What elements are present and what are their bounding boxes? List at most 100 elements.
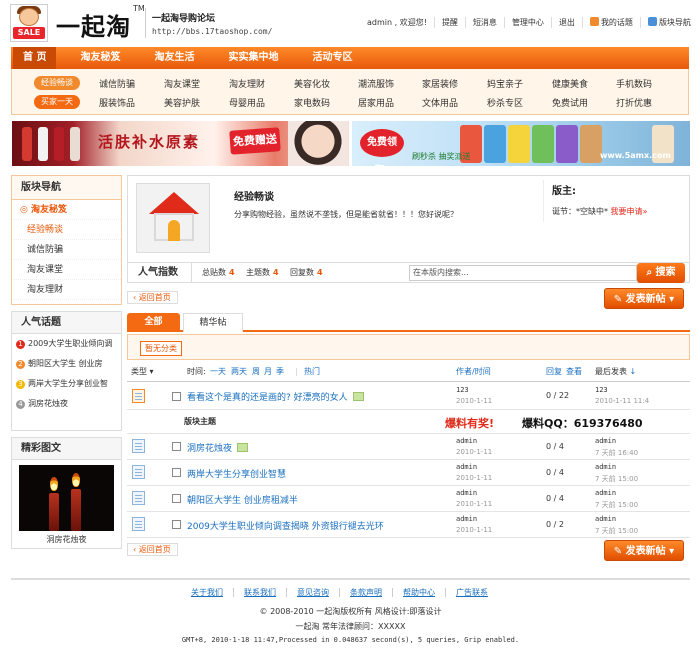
- topic-author[interactable]: 123: [456, 386, 469, 394]
- admin-center-link[interactable]: 管理中心: [503, 16, 551, 28]
- remind-link[interactable]: 提醒: [433, 16, 465, 28]
- last-poster[interactable]: 123: [595, 386, 608, 394]
- messages-link[interactable]: 短消息: [464, 16, 504, 28]
- sub-nav-item[interactable]: 潮流服饰: [358, 77, 394, 90]
- new-post-button[interactable]: ✎ 发表新帖 ▾: [604, 288, 684, 309]
- board-nav-main[interactable]: ◎ 淘友秘笈: [12, 200, 121, 220]
- last-poster[interactable]: admin: [595, 463, 616, 471]
- topic-title-link[interactable]: 两岸大学生分享创业智慧: [187, 467, 286, 480]
- my-topics-link[interactable]: 我的话题: [581, 16, 640, 28]
- nav-deals[interactable]: 实实集中地: [228, 47, 278, 69]
- filter-month[interactable]: 月: [264, 362, 272, 382]
- clothing-banner[interactable]: 免费领取! 刷秒杀 抽奖派送 www.5amx.com: [352, 121, 690, 166]
- sub-nav-item[interactable]: 母婴用品: [229, 96, 265, 109]
- topic-title-link[interactable]: 看看这个是真的还是画的? 好漂亮的女人: [187, 390, 364, 403]
- mascot-logo[interactable]: SALE: [10, 4, 48, 42]
- username-link[interactable]: admin: [367, 18, 392, 27]
- nav-life[interactable]: 淘友生活: [154, 47, 194, 69]
- col-replies[interactable]: 回复: [546, 362, 562, 382]
- popularity-tab[interactable]: 人气指数: [128, 263, 192, 283]
- sub-nav-item[interactable]: 美容化妆: [294, 77, 330, 90]
- last-poster[interactable]: admin: [595, 437, 616, 445]
- board-nav-link[interactable]: 版块导航: [639, 16, 698, 28]
- sub-nav-badge-2[interactable]: 买家一天: [34, 95, 80, 109]
- new-post-button-bottom[interactable]: ✎ 发表新帖 ▾: [604, 540, 684, 561]
- sub-nav-item[interactable]: 家电数码: [294, 96, 330, 109]
- topic-checkbox[interactable]: [172, 468, 181, 477]
- topic-checkbox[interactable]: [172, 442, 181, 451]
- topic-icon: [132, 439, 145, 453]
- candle-photo[interactable]: [19, 465, 114, 531]
- filter-hot[interactable]: 热门: [304, 362, 320, 382]
- topic-author[interactable]: admin: [456, 489, 477, 497]
- back-home-button[interactable]: ‹ 返回首页: [127, 291, 178, 304]
- col-views[interactable]: 查看: [566, 362, 582, 382]
- board-nav-item-experience[interactable]: 经验畅谈: [12, 220, 121, 240]
- footer-link-feedback[interactable]: 意见咨询: [286, 588, 339, 597]
- sub-nav-item[interactable]: 手机数码: [616, 77, 652, 90]
- filter-two-days[interactable]: 两天: [231, 362, 247, 382]
- topic-checkbox[interactable]: [172, 392, 181, 401]
- footer-link-ads[interactable]: 广告联系: [445, 588, 498, 597]
- footer-link-terms[interactable]: 条款声明: [339, 588, 392, 597]
- nav-home[interactable]: 首 页: [13, 47, 57, 69]
- topic-title-link[interactable]: 洞房花烛夜: [187, 441, 249, 454]
- topic-title-link[interactable]: 2009大学生职业倾向调查揭晓 外资银行褪去光环: [187, 519, 384, 532]
- back-home-button-bottom[interactable]: ‹ 返回首页: [127, 543, 178, 556]
- board-nav-item-antifraud[interactable]: 诚信防骗: [12, 240, 121, 260]
- topic-author[interactable]: admin: [456, 463, 477, 471]
- footer-link-help[interactable]: 帮助中心: [392, 588, 445, 597]
- category-filter[interactable]: 暂无分类: [140, 341, 182, 356]
- hot-topic-item[interactable]: 1 2009大学生职业倾向调: [12, 334, 121, 354]
- topic-title-link[interactable]: 朝阳区大学生 创业房租减半: [187, 493, 298, 506]
- hot-topic-item[interactable]: 3 两岸大学生分享创业智: [12, 374, 121, 394]
- topic-author[interactable]: admin: [456, 437, 477, 445]
- skincare-banner[interactable]: 活肤补水原素 免费赠送: [12, 121, 349, 166]
- topic-replies-views: 0 / 4: [546, 442, 564, 451]
- table-row: 洞房花烛夜 admin 2010-1-11 0 / 4 admin 7 天前 1…: [127, 434, 690, 460]
- sub-nav-item[interactable]: 免费试用: [552, 96, 588, 109]
- sub-nav-item[interactable]: 健康美食: [552, 77, 588, 90]
- sub-nav-item[interactable]: 秒杀专区: [487, 96, 523, 109]
- sub-nav-item[interactable]: 打折优惠: [616, 96, 652, 109]
- tab-featured[interactable]: 精华帖: [183, 313, 243, 332]
- sub-nav-item[interactable]: 家居装修: [422, 77, 458, 90]
- footer-link-about[interactable]: 关于我们: [181, 588, 233, 597]
- filter-quarter[interactable]: 季: [276, 362, 284, 382]
- sub-nav-badge-1[interactable]: 经验畅谈: [34, 76, 80, 90]
- col-author[interactable]: 作者/时间: [456, 362, 491, 382]
- footer-link-contact[interactable]: 联系我们: [233, 588, 286, 597]
- board-nav-item-classroom[interactable]: 淘友课堂: [12, 260, 121, 280]
- new-post-icon: ✎: [613, 546, 623, 557]
- sub-nav-item[interactable]: 淘友理财: [229, 77, 265, 90]
- sub-nav-item[interactable]: 服装饰品: [99, 96, 135, 109]
- topic-author[interactable]: admin: [456, 515, 477, 523]
- filter-week[interactable]: 周: [252, 362, 260, 382]
- featured-picture-caption[interactable]: 洞房花烛夜: [12, 534, 121, 545]
- col-type[interactable]: 类型 ▾: [131, 362, 154, 382]
- welcome-text: admin , 欢迎您!: [367, 17, 427, 27]
- col-last-post[interactable]: 最后发表 ↓: [595, 362, 636, 382]
- hot-topic-item[interactable]: 2 朝阳区大学生 创业房: [12, 354, 121, 374]
- search-button[interactable]: ⌕ 搜索: [637, 263, 685, 283]
- sub-nav-item[interactable]: 诚信防骗: [99, 77, 135, 90]
- brand-name[interactable]: 一起淘: [56, 7, 131, 42]
- logout-link[interactable]: 退出: [550, 16, 582, 28]
- topic-checkbox[interactable]: [172, 494, 181, 503]
- tab-all[interactable]: 全部: [127, 313, 180, 332]
- forum-search-input[interactable]: 在本版内搜索...: [409, 265, 637, 281]
- nav-events[interactable]: 活动专区: [312, 47, 352, 69]
- sub-nav-item[interactable]: 淘友课堂: [164, 77, 200, 90]
- last-poster[interactable]: admin: [595, 515, 616, 523]
- hot-topic-item[interactable]: 4 洞房花烛夜: [12, 394, 121, 414]
- sub-nav-item[interactable]: 居家用品: [358, 96, 394, 109]
- sub-nav-item[interactable]: 妈宝亲子: [487, 77, 523, 90]
- nav-secrets[interactable]: 淘友秘笈: [80, 47, 120, 69]
- topic-checkbox[interactable]: [172, 520, 181, 529]
- filter-day[interactable]: 一天: [210, 362, 226, 382]
- sub-nav-item[interactable]: 文体用品: [422, 96, 458, 109]
- last-poster[interactable]: admin: [595, 489, 616, 497]
- apply-moderator-link[interactable]: 我要申请»: [611, 207, 648, 216]
- board-nav-item-finance[interactable]: 淘友理财: [12, 280, 121, 300]
- sub-nav-item[interactable]: 美容护肤: [164, 96, 200, 109]
